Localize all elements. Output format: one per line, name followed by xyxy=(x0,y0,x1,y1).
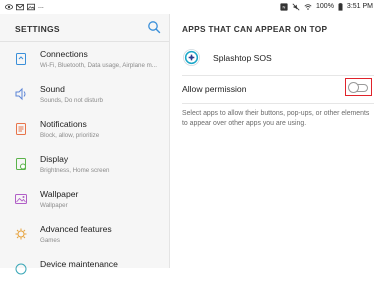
menu-item-notifications[interactable]: Notifications Block, allow, prioritize xyxy=(0,115,169,150)
menu-item-title: Connections xyxy=(40,49,88,59)
splashtop-sos-icon xyxy=(183,49,200,66)
menu-item-subtitle: Wi-Fi, Bluetooth, Data usage, Airplane m… xyxy=(40,62,157,69)
svg-text:N: N xyxy=(283,4,286,9)
status-bar-left: ... xyxy=(5,2,44,11)
description-text: Select apps to allow their buttons, pop-… xyxy=(182,110,370,127)
menu-item-sound[interactable]: Sound Sounds, Do not disturb xyxy=(0,80,169,115)
search-icon[interactable] xyxy=(147,20,161,34)
allow-permission-row[interactable]: Allow permission xyxy=(170,76,379,102)
header-divider xyxy=(0,41,169,42)
device-maintenance-icon xyxy=(15,263,27,275)
menu-item-subtitle: Brightness, Home screen xyxy=(40,167,110,174)
menu-item-advanced-features[interactable]: Advanced features Games xyxy=(0,220,169,255)
menu-item-connections[interactable]: Connections Wi-Fi, Bluetooth, Data usage… xyxy=(0,45,169,80)
advanced-features-icon xyxy=(15,228,27,240)
menu-item-title: Wallpaper xyxy=(40,189,79,199)
settings-title: SETTINGS xyxy=(15,24,60,34)
menu-item-subtitle: Sounds, Do not disturb xyxy=(40,97,103,104)
menu-item-title: Notifications xyxy=(40,119,87,129)
status-bar-right: N 100% 3:51 PM xyxy=(280,2,373,11)
eye-icon xyxy=(5,3,13,10)
menu-item-subtitle: Block, allow, prioritize xyxy=(40,132,100,139)
gallery-icon xyxy=(27,3,35,10)
menu-item-device-maintenance[interactable]: Device maintenance xyxy=(0,255,169,290)
settings-list-pane: SETTINGS Connections Wi-Fi, Bluetooth, D… xyxy=(0,14,170,275)
allow-permission-label: Allow permission xyxy=(182,84,247,94)
menu-item-title: Display xyxy=(40,154,69,164)
connections-icon xyxy=(16,53,26,65)
status-time: 3:51 PM xyxy=(346,3,373,10)
menu-item-display[interactable]: Display Brightness, Home screen xyxy=(0,150,169,185)
wallpaper-icon xyxy=(15,194,27,204)
more-dots: ... xyxy=(38,3,44,10)
mute-icon xyxy=(292,3,300,10)
menu-item-wallpaper[interactable]: Wallpaper Wallpaper xyxy=(0,185,169,220)
menu-item-subtitle: Games xyxy=(40,237,60,244)
app-row-splashtop-sos[interactable]: Splashtop SOS xyxy=(170,44,379,74)
divider xyxy=(182,103,374,104)
detail-pane: APPS THAT CAN APPEAR ON TOP Splashtop SO… xyxy=(170,14,379,268)
mail-icon xyxy=(16,3,24,10)
nfc-icon: N xyxy=(280,2,288,11)
app-name: Splashtop SOS xyxy=(213,53,272,63)
battery-full-icon xyxy=(338,2,343,11)
allow-permission-toggle[interactable] xyxy=(348,82,368,93)
sound-icon xyxy=(15,87,26,101)
display-icon xyxy=(16,158,26,170)
status-bar: ... N 100% 3:51 PM xyxy=(0,0,379,14)
wifi-icon xyxy=(304,3,312,10)
page-title: APPS THAT CAN APPEAR ON TOP xyxy=(182,24,328,34)
menu-item-title: Advanced features xyxy=(40,224,112,234)
notifications-icon xyxy=(16,123,26,135)
menu-item-subtitle: Wallpaper xyxy=(40,202,68,209)
battery-percent: 100% xyxy=(316,3,334,10)
menu-item-title: Sound xyxy=(40,84,65,94)
toggle-knob xyxy=(348,82,359,93)
